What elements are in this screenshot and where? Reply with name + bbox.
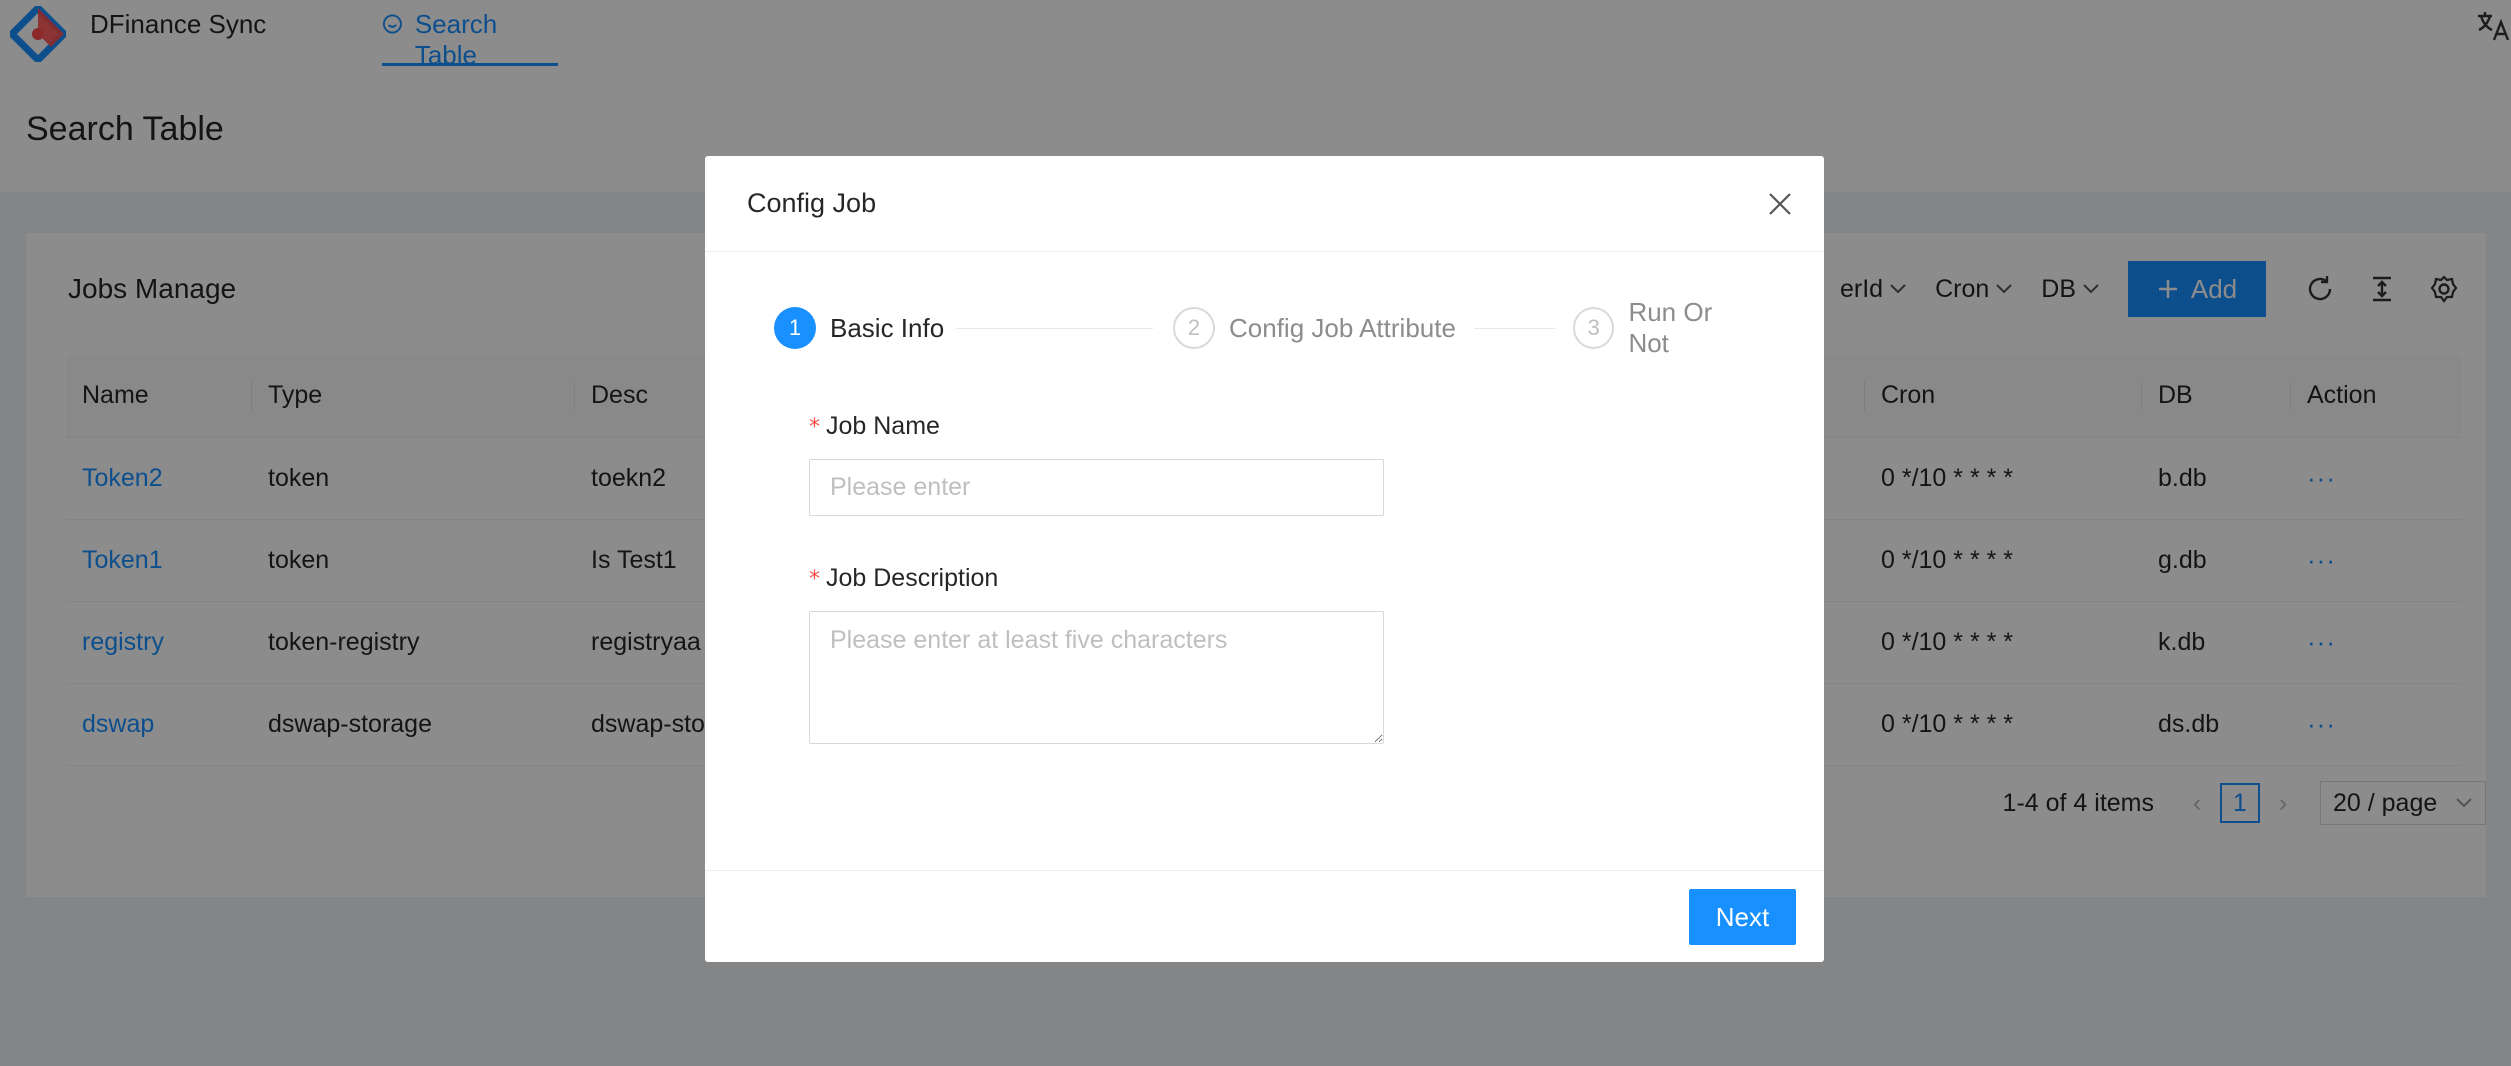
next-button[interactable]: Next xyxy=(1689,889,1796,945)
job-name-label: * Job Name xyxy=(809,412,940,440)
job-description-textarea[interactable] xyxy=(809,611,1384,744)
modal-footer: Next xyxy=(705,870,1824,962)
step-connector xyxy=(1474,328,1555,329)
step-connector xyxy=(956,328,1153,329)
close-icon[interactable] xyxy=(1762,186,1798,222)
step-number: 1 xyxy=(774,307,816,349)
job-description-label: * Job Description xyxy=(809,564,999,592)
steps: 1 Basic Info 2 Config Job Attribute 3 Ru… xyxy=(774,297,1758,358)
step-title: Run Or Not xyxy=(1628,297,1713,358)
step-title: Basic Info xyxy=(830,312,945,343)
job-name-input[interactable] xyxy=(809,459,1384,516)
step-title: Config Job Attribute xyxy=(1229,312,1456,343)
config-job-modal: Config Job 1 Basic Info 2 Config Job Att… xyxy=(705,156,1824,962)
required-mark: * xyxy=(809,567,820,592)
step-basic-info: 1 Basic Info xyxy=(774,306,944,350)
required-mark: * xyxy=(809,415,820,440)
modal-title: Config Job xyxy=(747,188,877,218)
modal-header: Config Job xyxy=(705,156,1824,252)
step-config-job-attribute: 2 Config Job Attribute xyxy=(1173,306,1456,350)
step-run-or-not: 3 Run Or Not xyxy=(1573,297,1758,358)
step-number: 3 xyxy=(1573,307,1615,349)
step-number: 2 xyxy=(1173,307,1215,349)
